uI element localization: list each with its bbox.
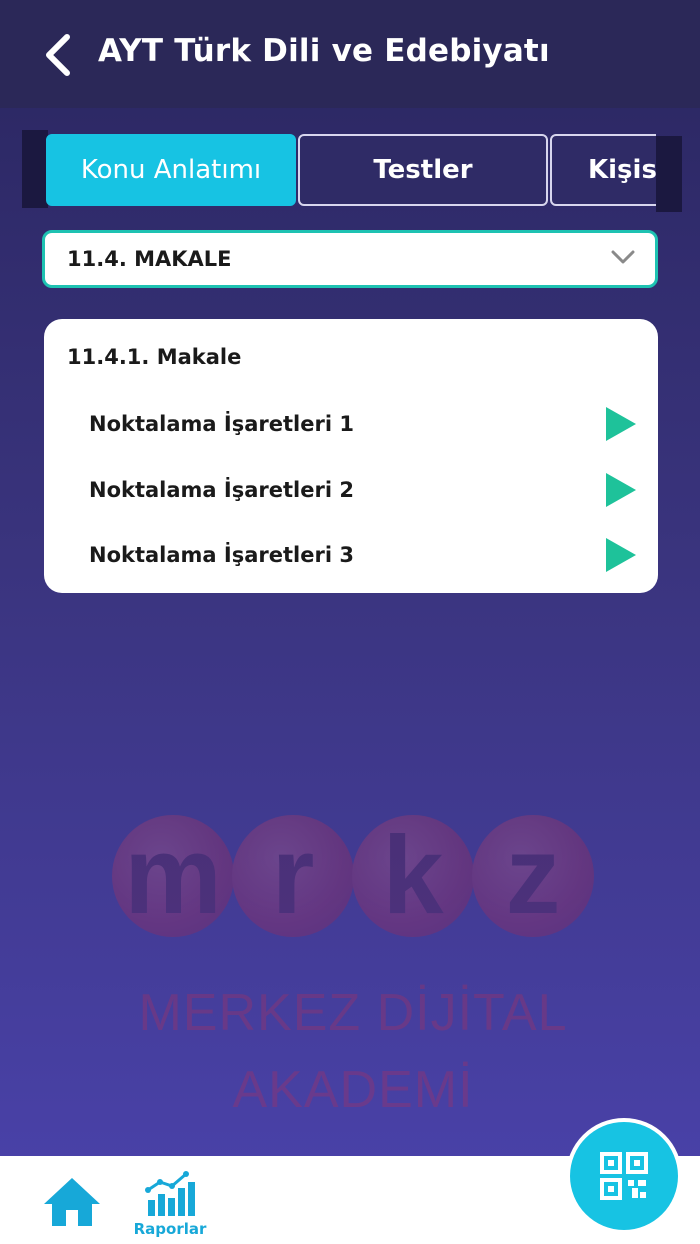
lesson-label: Noktalama İşaretleri 2 [89, 478, 354, 502]
watermark-line-2: AKADEMİ [232, 1061, 474, 1119]
watermark-line-1: MERKEZ DİJİTAL [138, 984, 568, 1042]
qr-scan-button[interactable] [570, 1122, 678, 1230]
tab-bar: Konu Anlatımı Testler Kişise [22, 130, 682, 212]
watermark-ball: r [232, 815, 354, 937]
tab-testler[interactable]: Testler [298, 134, 548, 206]
home-button[interactable] [42, 1176, 102, 1228]
brand-watermark: m r k z MERKEZ DİJİTAL AKADEMİ [108, 815, 598, 1125]
bar-chart-icon [145, 1171, 195, 1216]
lesson-label: Noktalama İşaretleri 3 [89, 543, 354, 567]
lesson-item[interactable]: Noktalama İşaretleri 2 [44, 464, 658, 516]
section-title: 11.4.1. Makale [67, 345, 242, 369]
unit-select[interactable]: 11.4. MAKALE [42, 230, 658, 288]
watermark-ball: m [112, 815, 234, 937]
play-icon[interactable] [606, 538, 636, 572]
watermark-ball: z [472, 815, 594, 937]
app-header: AYT Türk Dili ve Edebiyatı [0, 0, 700, 108]
unit-select-value: 11.4. MAKALE [67, 247, 232, 271]
chevron-left-icon [46, 34, 70, 76]
tab-list: Konu Anlatımı Testler Kişise [46, 134, 656, 206]
home-icon [44, 1178, 100, 1226]
tab-bar-shadow-right [656, 136, 682, 212]
lesson-label: Noktalama İşaretleri 1 [89, 412, 354, 436]
watermark-ball: k [352, 815, 474, 937]
reports-button[interactable]: Raporlar [130, 1170, 210, 1240]
lesson-item[interactable]: Noktalama İşaretleri 3 [44, 529, 658, 581]
play-icon[interactable] [606, 473, 636, 507]
reports-label: Raporlar [133, 1220, 207, 1238]
back-button[interactable] [36, 30, 80, 80]
qr-code-icon [600, 1152, 648, 1200]
tab-kisisel[interactable]: Kişise [550, 134, 656, 206]
tab-konu-anlatimi[interactable]: Konu Anlatımı [46, 134, 296, 206]
tab-bar-shadow-left [22, 130, 48, 208]
chevron-down-icon [611, 250, 635, 264]
play-icon[interactable] [606, 407, 636, 441]
lesson-card: 11.4.1. Makale Noktalama İşaretleri 1 No… [44, 319, 658, 593]
page-title: AYT Türk Dili ve Edebiyatı [98, 33, 550, 69]
lesson-item[interactable]: Noktalama İşaretleri 1 [44, 398, 658, 450]
